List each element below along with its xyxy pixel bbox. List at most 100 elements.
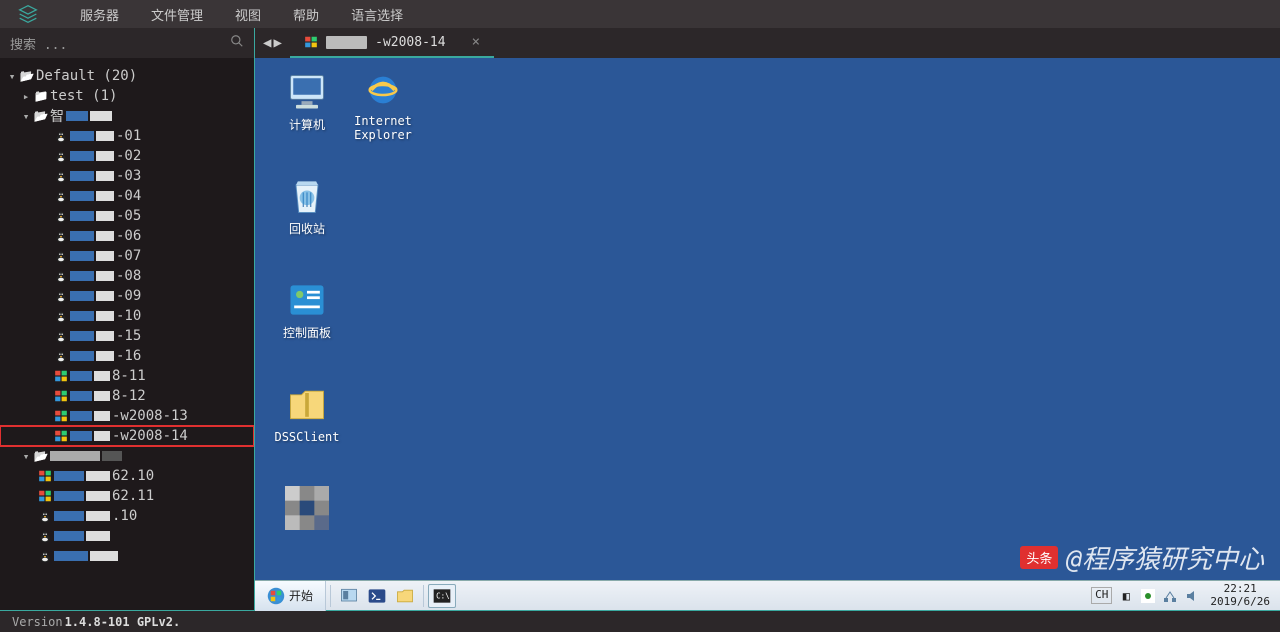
tree-server-windows[interactable]: 8-12 [0, 386, 254, 406]
tree-test[interactable]: ▸test (1) [0, 86, 254, 106]
desktop-ie[interactable]: Internet Explorer [347, 70, 419, 142]
tab-censored: xx [326, 36, 367, 49]
control-panel-icon [285, 278, 329, 322]
tray-sound-icon[interactable] [1184, 588, 1200, 604]
tab-label: -w2008-14 [375, 35, 445, 50]
linux-icon [52, 189, 70, 203]
desktop-recycle[interactable]: 回收站 [271, 174, 343, 246]
linux-icon [36, 529, 54, 543]
taskbar-powershell[interactable] [363, 584, 391, 608]
tray-network-icon[interactable] [1162, 588, 1178, 604]
folder-zip-icon [285, 382, 329, 426]
linux-icon [52, 209, 70, 223]
system-tray: CH ◧ 22:21 2019/6/26 [1091, 581, 1280, 611]
tree-server-windows[interactable]: 8-11 [0, 366, 254, 386]
remote-desktop[interactable]: 计算机 Internet Explorer 回收站 控制面板 DSSClient [255, 58, 1280, 610]
tab-next-icon[interactable]: ▶ [273, 35, 281, 51]
tree-server[interactable]: .10 [0, 506, 254, 526]
windows-icon [52, 389, 70, 403]
tree-server-windows[interactable]: -w2008-13 [0, 406, 254, 426]
tree-server[interactable] [0, 546, 254, 566]
tree-group1[interactable]: ▾智 [0, 106, 254, 126]
windows-icon [52, 409, 70, 423]
tree-server-windows[interactable]: -w2008-14 [0, 426, 254, 446]
tree-root[interactable]: ▾Default (20) [0, 66, 254, 86]
windows-icon [36, 489, 54, 503]
ime-indicator[interactable]: CH [1091, 587, 1112, 603]
server-tree[interactable]: ▾Default (20) ▸test (1) ▾智 -01-02-03-04-… [0, 58, 255, 610]
desktop-generic[interactable] [271, 486, 343, 558]
tree-server[interactable] [0, 526, 254, 546]
windows-icon [52, 369, 70, 383]
tray-clock[interactable]: 22:21 2019/6/26 [1206, 583, 1274, 607]
search-placeholder: 搜索 ... [10, 34, 67, 53]
windows-orb-icon [267, 587, 285, 605]
menu-server[interactable]: 服务器 [64, 5, 135, 24]
windows-icon [304, 35, 318, 49]
tab-row: ◀ ▶ xx -w2008-14 × [255, 28, 1280, 58]
folder-open-icon [18, 69, 36, 83]
windows-icon [52, 429, 70, 443]
linux-icon [52, 289, 70, 303]
desktop-computer[interactable]: 计算机 [271, 70, 343, 142]
menu-view[interactable]: 视图 [219, 5, 277, 24]
tree-server[interactable]: 62.11 [0, 486, 254, 506]
menu-help[interactable]: 帮助 [277, 5, 335, 24]
tree-server-linux[interactable]: -07 [0, 246, 254, 266]
linux-icon [52, 309, 70, 323]
windows-icon [36, 469, 54, 483]
desktop-control-panel[interactable]: 控制面板 [271, 278, 343, 350]
tab-close-icon[interactable]: × [472, 34, 480, 50]
folder-icon [32, 89, 50, 103]
tree-server-linux[interactable]: -10 [0, 306, 254, 326]
recycle-icon [285, 174, 329, 218]
svg-text:C:\: C:\ [436, 591, 450, 600]
linux-icon [52, 249, 70, 263]
start-button[interactable]: 开始 [255, 581, 326, 611]
search-tab-row: 搜索 ... ◀ ▶ xx -w2008-14 × [0, 28, 1280, 58]
menu-files[interactable]: 文件管理 [135, 5, 219, 24]
desktop-icon-grid: 计算机 Internet Explorer 回收站 控制面板 DSSClient [271, 70, 419, 558]
desktop-dssclient[interactable]: DSSClient [271, 382, 343, 454]
linux-icon [52, 349, 70, 363]
linux-icon [36, 509, 54, 523]
folder-open-icon [32, 449, 50, 463]
folder-open-icon [32, 109, 50, 123]
tree-server-linux[interactable]: -08 [0, 266, 254, 286]
linux-icon [52, 229, 70, 243]
tab-nav-arrows[interactable]: ◀ ▶ [255, 35, 290, 51]
status-bar: Version 1.4.8-101 GPLv2. [0, 610, 1280, 632]
linux-icon [36, 549, 54, 563]
watermark-badge: 头条 [1020, 546, 1058, 569]
tree-server-linux[interactable]: -16 [0, 346, 254, 366]
tree-server-linux[interactable]: -05 [0, 206, 254, 226]
tree-server-linux[interactable]: -06 [0, 226, 254, 246]
search-icon[interactable] [230, 34, 244, 52]
linux-icon [52, 169, 70, 183]
menu-language[interactable]: 语言选择 [335, 5, 419, 24]
tree-server[interactable]: 62.10 [0, 466, 254, 486]
tree-group2[interactable]: ▾ [0, 446, 254, 466]
tray-flag-icon[interactable] [1140, 588, 1156, 604]
tree-server-linux[interactable]: -01 [0, 126, 254, 146]
ie-icon [361, 70, 405, 110]
version-text: 1.4.8-101 GPLv2. [65, 615, 181, 629]
taskbar: 开始 C:\ CH ◧ 22:21 2019/6/26 [255, 580, 1280, 610]
session-tab[interactable]: xx -w2008-14 × [290, 28, 494, 58]
taskbar-cmd[interactable]: C:\ [428, 584, 456, 608]
taskbar-server-manager[interactable] [335, 584, 363, 608]
tab-prev-icon[interactable]: ◀ [263, 35, 271, 51]
linux-icon [52, 149, 70, 163]
tree-server-linux[interactable]: -09 [0, 286, 254, 306]
tree-server-linux[interactable]: -03 [0, 166, 254, 186]
search-input[interactable]: 搜索 ... [0, 28, 255, 58]
tray-icon-1[interactable]: ◧ [1118, 588, 1134, 604]
linux-icon [52, 329, 70, 343]
tree-server-linux[interactable]: -02 [0, 146, 254, 166]
tree-server-linux[interactable]: -15 [0, 326, 254, 346]
menubar: 服务器 文件管理 视图 帮助 语言选择 [0, 0, 1280, 28]
taskbar-explorer[interactable] [391, 584, 419, 608]
tree-server-linux[interactable]: -04 [0, 186, 254, 206]
linux-icon [52, 269, 70, 283]
linux-icon [52, 129, 70, 143]
